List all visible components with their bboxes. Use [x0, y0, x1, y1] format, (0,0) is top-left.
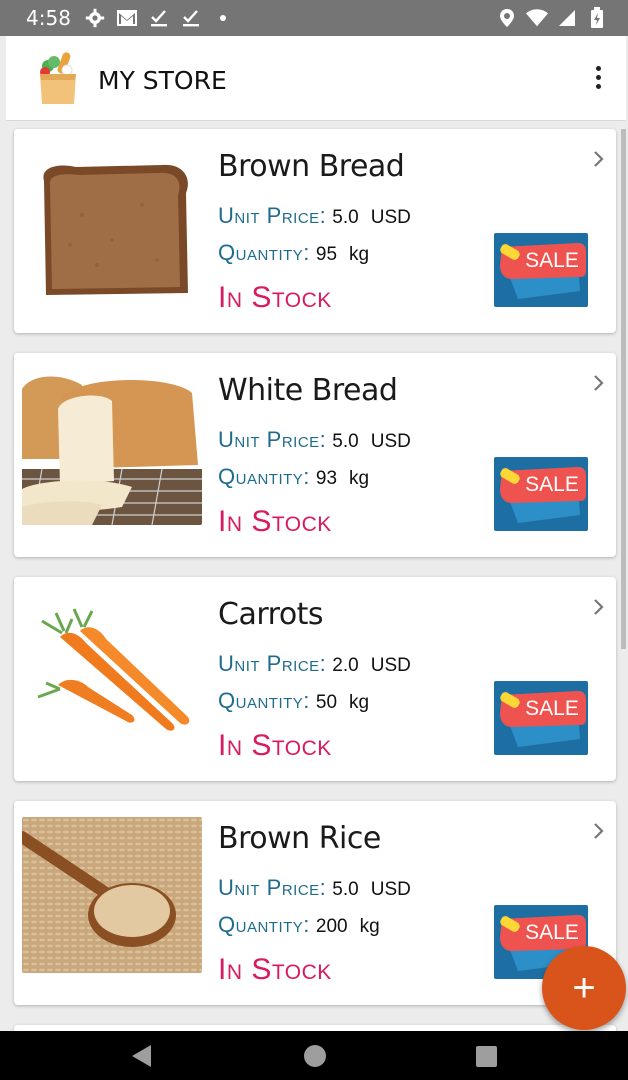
- dot-icon: [212, 7, 234, 29]
- wifi-icon: [526, 7, 548, 29]
- sale-badge: SALE: [494, 233, 588, 307]
- quantity-unit: kg: [349, 244, 370, 265]
- location-icon: [496, 7, 518, 29]
- product-card[interactable]: White Bread Unit Price: 5.0 USD Quantity: 9…: [14, 353, 616, 557]
- check-icon: [148, 7, 170, 29]
- unit-price-label: Unit Price:: [218, 651, 327, 676]
- carrots-image: [22, 593, 202, 749]
- unit-price-label: Unit Price:: [218, 875, 327, 900]
- quantity-label: Quantity:: [218, 688, 310, 713]
- brown-rice-image: [22, 817, 202, 973]
- unit-price-value: 2.0: [332, 655, 359, 676]
- quantity-row: Quantity: 50 kg: [218, 688, 369, 714]
- gear-icon: [84, 7, 106, 29]
- quantity-label: Quantity:: [218, 240, 310, 265]
- white-bread-image: [22, 369, 202, 525]
- quantity-row: Quantity: 95 kg: [218, 240, 369, 266]
- unit-price-row: Unit Price: 5.0 USD: [218, 875, 411, 901]
- stock-status: In Stock: [218, 953, 332, 986]
- list-item[interactable]: [6, 1017, 620, 1031]
- sale-badge: SALE: [494, 681, 588, 755]
- gmail-icon: [116, 7, 138, 29]
- check-icon: [180, 7, 202, 29]
- app-bar: MY STORE: [6, 36, 626, 121]
- stock-status: In Stock: [218, 505, 332, 538]
- recent-apps-icon[interactable]: [476, 1046, 497, 1067]
- sale-text: SALE: [525, 473, 579, 496]
- stock-status: In Stock: [218, 281, 332, 314]
- currency: USD: [370, 879, 411, 900]
- unit-price-row: Unit Price: 5.0 USD: [218, 427, 411, 453]
- stock-status: In Stock: [218, 729, 332, 762]
- product-card[interactable]: Brown Bread Unit Price: 5.0 USD Quantity: 9…: [14, 129, 616, 333]
- quantity-row: Quantity: 93 kg: [218, 464, 369, 490]
- brown-bread-image: [22, 145, 202, 301]
- quantity-unit: kg: [349, 692, 370, 713]
- sale-badge: SALE: [494, 457, 588, 531]
- battery-icon: [586, 7, 608, 29]
- sale-text: SALE: [525, 249, 579, 272]
- status-bar: 4:58: [0, 0, 628, 36]
- signal-icon: [556, 7, 578, 29]
- quantity-row: Quantity: 200 kg: [218, 912, 380, 938]
- unit-price-row: Unit Price: 5.0 USD: [218, 203, 411, 229]
- chevron-right-icon[interactable]: [592, 599, 606, 615]
- currency: USD: [370, 431, 411, 452]
- product-name: Brown Bread: [218, 149, 405, 184]
- quantity-label: Quantity:: [218, 464, 310, 489]
- product-name: Brown Rice: [218, 821, 381, 856]
- sale-text: SALE: [525, 921, 579, 944]
- quantity-value: 50: [315, 692, 338, 713]
- unit-price-label: Unit Price:: [218, 427, 327, 452]
- back-icon[interactable]: [132, 1045, 151, 1067]
- currency: USD: [370, 655, 411, 676]
- overflow-menu-icon[interactable]: [592, 66, 604, 94]
- quantity-value: 200: [315, 916, 348, 937]
- product-name: Carrots: [218, 597, 324, 632]
- unit-price-label: Unit Price:: [218, 203, 327, 228]
- status-time: 4:58: [26, 6, 71, 30]
- quantity-unit: kg: [359, 916, 380, 937]
- chevron-right-icon[interactable]: [592, 375, 606, 391]
- unit-price-value: 5.0: [332, 879, 359, 900]
- app-title: MY STORE: [98, 66, 227, 95]
- home-icon[interactable]: [304, 1045, 326, 1067]
- sale-text: SALE: [525, 697, 579, 720]
- quantity-value: 95: [315, 244, 338, 265]
- system-nav-bar: [0, 1031, 628, 1080]
- list-item[interactable]: Brown Rice Unit Price: 5.0 USD Quantity: 20…: [6, 793, 620, 1017]
- quantity-value: 93: [315, 468, 338, 489]
- product-card[interactable]: Carrots Unit Price: 2.0 USD Quantity: 50 kg …: [14, 577, 616, 781]
- chevron-right-icon[interactable]: [592, 823, 606, 839]
- product-name: White Bread: [218, 373, 398, 408]
- product-list[interactable]: Brown Bread Unit Price: 5.0 USD Quantity: 9…: [6, 121, 626, 1031]
- add-icon: +: [572, 966, 596, 1010]
- unit-price-row: Unit Price: 2.0 USD: [218, 651, 411, 677]
- currency: USD: [370, 207, 411, 228]
- grocery-bag-icon: [34, 50, 82, 106]
- quantity-label: Quantity:: [218, 912, 310, 937]
- quantity-unit: kg: [349, 468, 370, 489]
- unit-price-value: 5.0: [332, 207, 359, 228]
- list-item[interactable]: Brown Bread Unit Price: 5.0 USD Quantity: 9…: [6, 121, 620, 345]
- product-card[interactable]: Brown Rice Unit Price: 5.0 USD Quantity: 20…: [14, 801, 616, 1005]
- chevron-right-icon[interactable]: [592, 151, 606, 167]
- list-item[interactable]: Carrots Unit Price: 2.0 USD Quantity: 50 kg …: [6, 569, 620, 793]
- list-item[interactable]: White Bread Unit Price: 5.0 USD Quantity: 9…: [6, 345, 620, 569]
- add-product-button[interactable]: +: [542, 946, 626, 1030]
- unit-price-value: 5.0: [332, 431, 359, 452]
- scrollbar[interactable]: [621, 129, 626, 649]
